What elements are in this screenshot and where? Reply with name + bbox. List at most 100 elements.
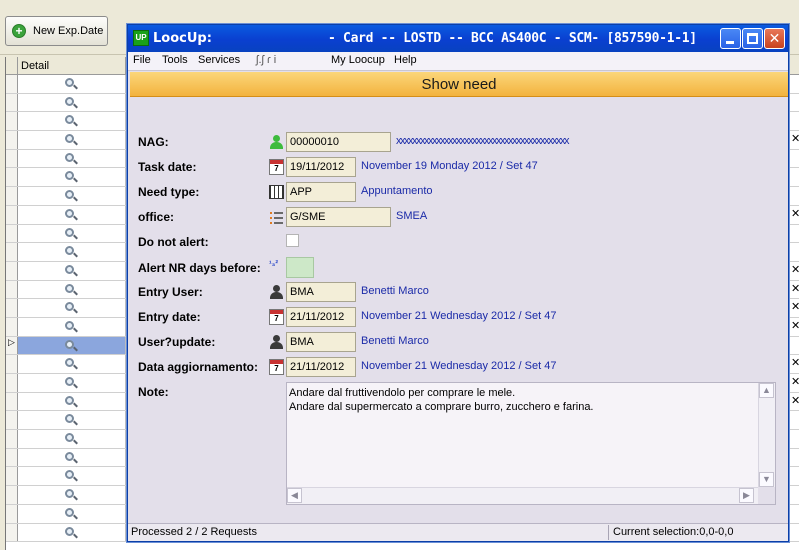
detail-cell[interactable]: [18, 448, 126, 467]
magnifier-icon[interactable]: [64, 432, 78, 446]
row-gutter[interactable]: [6, 355, 18, 373]
menu-obscured[interactable]: ʃ.ʃ ɾ i: [256, 54, 276, 66]
entry-date-field[interactable]: 21/11/2012: [286, 307, 356, 327]
detail-cell[interactable]: [18, 299, 126, 317]
title-bar[interactable]: UP LoocUp: - Card -- LOSTD -- BCC AS400C…: [128, 25, 788, 52]
menu-services[interactable]: Services: [198, 54, 240, 66]
minimize-button[interactable]: [720, 28, 741, 49]
magnifier-icon[interactable]: [64, 376, 78, 390]
alert-days-field[interactable]: [286, 257, 314, 278]
row-gutter[interactable]: ▷: [6, 336, 18, 355]
magnifier-icon[interactable]: [64, 488, 78, 502]
magnifier-icon[interactable]: [64, 451, 78, 465]
row-gutter[interactable]: [6, 261, 18, 280]
magnifier-icon[interactable]: [64, 208, 78, 222]
row-gutter[interactable]: [6, 187, 18, 205]
magnifier-icon[interactable]: [64, 320, 78, 334]
scroll-down-icon[interactable]: ▼: [759, 472, 774, 487]
detail-cell[interactable]: [18, 112, 126, 131]
magnifier-icon[interactable]: [64, 152, 78, 166]
scroll-up-icon[interactable]: ▲: [759, 383, 774, 398]
detail-cell[interactable]: [18, 187, 126, 205]
do-not-alert-checkbox[interactable]: [286, 234, 299, 247]
detail-cell[interactable]: [18, 93, 126, 112]
row-gutter[interactable]: [6, 504, 18, 523]
magnifier-icon[interactable]: [64, 395, 78, 409]
row-gutter[interactable]: [6, 486, 18, 504]
row-gutter[interactable]: [6, 523, 18, 542]
row-gutter[interactable]: [6, 112, 18, 131]
row-gutter[interactable]: [6, 392, 18, 411]
magnifier-icon[interactable]: [64, 77, 78, 91]
detail-cell[interactable]: [18, 374, 126, 392]
update-date-field[interactable]: 21/11/2012: [286, 357, 356, 377]
detail-cell[interactable]: [18, 131, 126, 149]
detail-cell[interactable]: [18, 467, 126, 486]
office-field[interactable]: G/SME: [286, 207, 391, 227]
magnifier-icon[interactable]: [64, 264, 78, 278]
detail-cell[interactable]: [18, 336, 126, 355]
entry-user-field[interactable]: BMA: [286, 282, 356, 302]
magnifier-icon[interactable]: [64, 413, 78, 427]
magnifier-icon[interactable]: [64, 301, 78, 315]
detail-cell[interactable]: [18, 75, 126, 93]
detail-cell[interactable]: [18, 355, 126, 373]
row-gutter[interactable]: [6, 75, 18, 93]
task-date-field[interactable]: 19/11/2012: [286, 157, 356, 177]
detail-cell[interactable]: [18, 411, 126, 430]
magnifier-icon[interactable]: [64, 227, 78, 241]
magnifier-icon[interactable]: [64, 245, 78, 259]
note-vertical-scrollbar[interactable]: ▲ ▼: [758, 383, 775, 487]
magnifier-icon[interactable]: [64, 469, 78, 483]
row-gutter[interactable]: [6, 93, 18, 112]
magnifier-icon[interactable]: [64, 526, 78, 540]
detail-cell[interactable]: [18, 280, 126, 299]
note-textarea[interactable]: Andare dal fruttivendolo per comprare le…: [286, 382, 776, 505]
detail-cell[interactable]: [18, 317, 126, 336]
detail-cell[interactable]: [18, 392, 126, 411]
detail-cell[interactable]: [18, 486, 126, 504]
scroll-right-icon[interactable]: ▶: [739, 488, 754, 503]
detail-cell[interactable]: [18, 205, 126, 224]
row-gutter[interactable]: [6, 411, 18, 430]
magnifier-icon[interactable]: [64, 114, 78, 128]
detail-cell[interactable]: [18, 430, 126, 448]
magnifier-icon[interactable]: [64, 357, 78, 371]
detail-cell[interactable]: [18, 523, 126, 542]
update-user-field[interactable]: BMA: [286, 332, 356, 352]
menu-file[interactable]: File: [133, 54, 151, 66]
magnifier-icon[interactable]: [64, 339, 78, 353]
row-gutter[interactable]: [6, 317, 18, 336]
note-horizontal-scrollbar[interactable]: ◀ ▶: [287, 487, 775, 504]
detail-cell[interactable]: [18, 149, 126, 168]
row-gutter[interactable]: [6, 280, 18, 299]
row-gutter[interactable]: [6, 430, 18, 448]
detail-cell[interactable]: [18, 261, 126, 280]
magnifier-icon[interactable]: [64, 283, 78, 297]
detail-cell[interactable]: [18, 224, 126, 243]
new-exp-date-button[interactable]: + New Exp.Date: [5, 16, 108, 46]
detail-cell[interactable]: [18, 504, 126, 523]
nag-field[interactable]: 00000010: [286, 132, 391, 152]
maximize-button[interactable]: [742, 28, 763, 49]
magnifier-icon[interactable]: [64, 96, 78, 110]
detail-cell[interactable]: [18, 168, 126, 187]
row-gutter[interactable]: [6, 131, 18, 149]
menu-my-loocup[interactable]: My Loocup: [331, 54, 385, 66]
grid-header-detail[interactable]: Detail: [18, 57, 126, 75]
row-gutter[interactable]: [6, 224, 18, 243]
menu-help[interactable]: Help: [394, 54, 417, 66]
magnifier-icon[interactable]: [64, 133, 78, 147]
need-type-field[interactable]: APP: [286, 182, 356, 202]
row-gutter[interactable]: [6, 374, 18, 392]
row-gutter[interactable]: [6, 299, 18, 317]
close-button[interactable]: ✕: [764, 28, 785, 49]
magnifier-icon[interactable]: [64, 189, 78, 203]
magnifier-icon[interactable]: [64, 507, 78, 521]
row-gutter[interactable]: [6, 168, 18, 187]
scroll-left-icon[interactable]: ◀: [287, 488, 302, 503]
row-gutter[interactable]: [6, 467, 18, 486]
row-gutter[interactable]: [6, 205, 18, 224]
row-gutter[interactable]: [6, 243, 18, 261]
row-gutter[interactable]: [6, 448, 18, 467]
